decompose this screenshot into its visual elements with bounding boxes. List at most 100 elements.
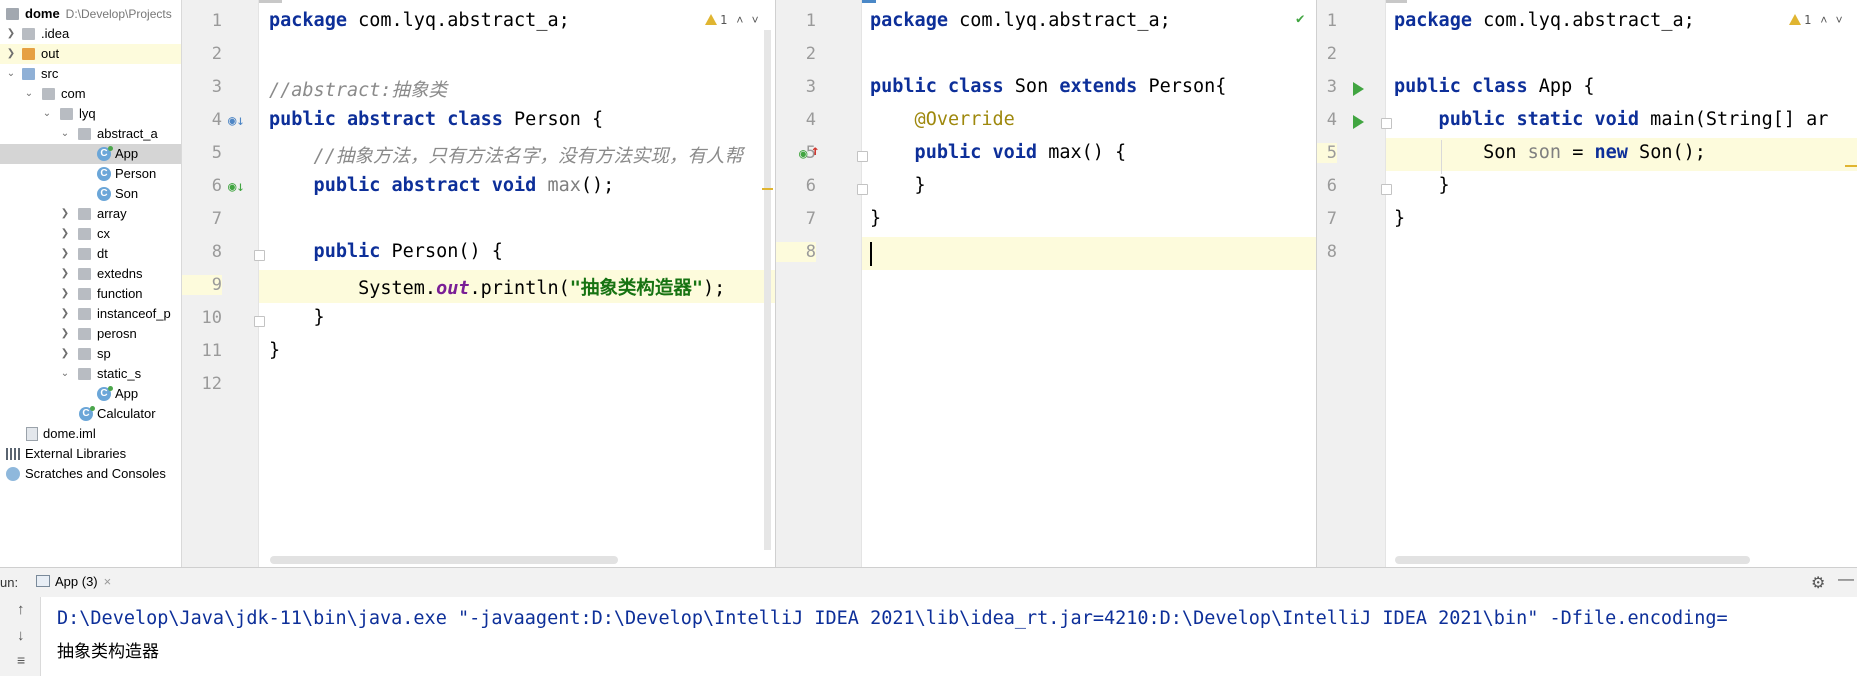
editor-person[interactable]: 1 2 3 4 5 6 7 8 9 10 11 12 ◉↓ ◉↓ package… <box>182 0 775 567</box>
tree-item-scratches[interactable]: Scratches and Consoles <box>0 464 181 484</box>
tree-item-instanceof-p[interactable]: ❯ instanceof_p <box>0 304 181 324</box>
folder-icon <box>22 28 35 40</box>
gear-icon[interactable]: ⚙ <box>1811 573 1825 593</box>
run-class-icon[interactable] <box>1353 82 1364 96</box>
tree-item-label: External Libraries <box>25 446 127 461</box>
chevron-right-icon[interactable]: ❯ <box>60 344 70 364</box>
source-folder-icon <box>22 68 35 80</box>
chevron-down-icon[interactable]: ⌄ <box>60 124 70 144</box>
chevron-down-icon[interactable]: ˅ <box>751 13 758 27</box>
package-icon <box>78 268 91 280</box>
tree-item-perosn[interactable]: ❯ perosn <box>0 324 181 344</box>
fold-marker-icon[interactable] <box>1381 184 1392 195</box>
tree-item-son[interactable]: C Son <box>0 184 181 204</box>
tree-item-out[interactable]: ❯ out <box>0 44 181 64</box>
class-icon: C <box>97 386 113 401</box>
package-icon <box>42 88 55 100</box>
code-line-9: System.out.println("抽象类构造器"); <box>269 278 726 299</box>
tree-item-cx[interactable]: ❯ cx <box>0 224 181 244</box>
tree-item-label: array <box>97 206 127 221</box>
code-line-4: public abstract class Person { <box>269 109 604 130</box>
chevron-down-icon[interactable]: ˅ <box>1835 13 1842 27</box>
minimize-icon[interactable]: — <box>1838 571 1854 589</box>
tree-item-dome-iml[interactable]: dome.iml <box>0 424 181 444</box>
chevron-right-icon[interactable]: ❯ <box>60 244 70 264</box>
vertical-scrollbar[interactable] <box>764 30 771 550</box>
code-line-8: public Person() { <box>269 241 503 262</box>
tree-item-dt[interactable]: ❯ dt <box>0 244 181 264</box>
chevron-right-icon[interactable]: ❯ <box>60 264 70 284</box>
tree-item-static-s[interactable]: ⌄ static_s <box>0 364 181 384</box>
code-line-11: } <box>269 340 281 361</box>
run-toolbar: ↑ ↓ ≡ <box>0 597 41 676</box>
editor-app[interactable]: 1 2 3 4 5 6 7 8 package com.lyq.abstract… <box>1317 0 1857 567</box>
tree-item-extedns[interactable]: ❯ extedns <box>0 264 181 284</box>
tree-item-abstract-a[interactable]: ⌄ abstract_a <box>0 124 181 144</box>
code-line-3: //abstract:抽象类 <box>269 80 448 101</box>
run-console[interactable]: D:\Develop\Java\jdk-11\bin\java.exe "-ja… <box>41 597 1857 676</box>
package-icon <box>78 308 91 320</box>
tree-item-sp[interactable]: ❯ sp <box>0 344 181 364</box>
pane-divider[interactable] <box>775 0 776 567</box>
fold-marker-icon[interactable] <box>1381 118 1392 129</box>
chevron-right-icon[interactable]: ❯ <box>60 324 70 344</box>
chevron-up-icon[interactable]: ˄ <box>736 13 743 27</box>
code-line-6: } <box>1394 175 1450 196</box>
chevron-right-icon[interactable]: ❯ <box>60 224 70 244</box>
tree-item-com[interactable]: ⌄ com <box>0 84 181 104</box>
tree-item-function[interactable]: ❯ function <box>0 284 181 304</box>
warning-marker[interactable] <box>1845 165 1857 167</box>
package-icon <box>78 328 91 340</box>
tree-item-calculator[interactable]: C Calculator <box>0 404 181 424</box>
horizontal-scrollbar[interactable] <box>1395 556 1750 564</box>
run-tool-window-header: un: App (3) × ⚙ — <box>0 567 1857 598</box>
tree-item-static-app[interactable]: C App <box>0 384 181 404</box>
chevron-down-icon[interactable]: ⌄ <box>6 64 16 84</box>
chevron-right-icon[interactable]: ❯ <box>60 284 70 304</box>
tree-item-src[interactable]: ⌄ src <box>0 64 181 84</box>
chevron-right-icon[interactable]: ❯ <box>6 44 16 64</box>
tree-item-lyq[interactable]: ⌄ lyq <box>0 104 181 124</box>
chevron-right-icon[interactable]: ❯ <box>60 204 70 224</box>
tree-item-external-libraries[interactable]: External Libraries <box>0 444 181 464</box>
run-main-icon[interactable] <box>1353 115 1364 129</box>
chevron-down-icon[interactable]: ⌄ <box>24 84 34 104</box>
tree-item-app[interactable]: C App <box>0 144 181 164</box>
soft-wrap-icon[interactable]: ≡ <box>17 652 25 668</box>
chevron-down-icon[interactable]: ⌄ <box>42 104 52 124</box>
fold-marker-icon[interactable] <box>857 184 868 195</box>
arrow-up-icon[interactable]: ↑ <box>17 601 25 618</box>
pane-divider[interactable] <box>1316 0 1317 567</box>
chevron-down-icon[interactable]: ⌄ <box>60 364 70 384</box>
checkmark-icon[interactable]: ✔ <box>1296 11 1304 27</box>
run-tab-app[interactable]: App (3) × <box>30 571 117 593</box>
horizontal-scrollbar[interactable] <box>270 556 618 564</box>
module-folder-icon <box>6 8 19 20</box>
implements-method-icon[interactable]: ◉ <box>799 146 807 162</box>
inspection-widget[interactable]: 1 ˄ ˅ <box>705 13 759 28</box>
chevron-up-icon[interactable]: ˄ <box>1820 13 1827 27</box>
scratches-icon <box>6 467 20 481</box>
tree-item-idea[interactable]: ❯ .idea <box>0 24 181 44</box>
package-icon <box>78 208 91 220</box>
code-line-6: } <box>870 175 926 196</box>
editor-son[interactable]: 1 2 3 4 5 6 7 8 ◉ ↑ package com.lyq.abst… <box>776 0 1316 567</box>
warning-marker[interactable] <box>762 188 773 190</box>
implemented-gutter-icon[interactable]: ◉↓ <box>228 113 245 129</box>
tree-item-person[interactable]: C Person <box>0 164 181 184</box>
tree-item-label: out <box>41 46 60 61</box>
tree-item-array[interactable]: ❯ array <box>0 204 181 224</box>
inspection-widget[interactable]: 1 ˄ ˅ <box>1789 13 1843 28</box>
tree-root[interactable]: dome D:\Develop\Projects <box>0 4 181 24</box>
arrow-down-icon[interactable]: ↓ <box>17 627 25 644</box>
chevron-right-icon[interactable]: ❯ <box>60 304 70 324</box>
implemented-gutter-icon[interactable]: ◉↓ <box>228 179 245 195</box>
close-icon[interactable]: × <box>104 574 112 589</box>
arrow-up-icon[interactable]: ↑ <box>811 143 819 159</box>
chevron-right-icon[interactable]: ❯ <box>6 24 16 44</box>
fold-marker-icon[interactable] <box>254 250 265 261</box>
fold-marker-icon[interactable] <box>857 151 868 162</box>
fold-marker-icon[interactable] <box>254 316 265 327</box>
abstract-class-icon: C <box>97 167 111 181</box>
tree-item-label: extedns <box>97 266 143 281</box>
